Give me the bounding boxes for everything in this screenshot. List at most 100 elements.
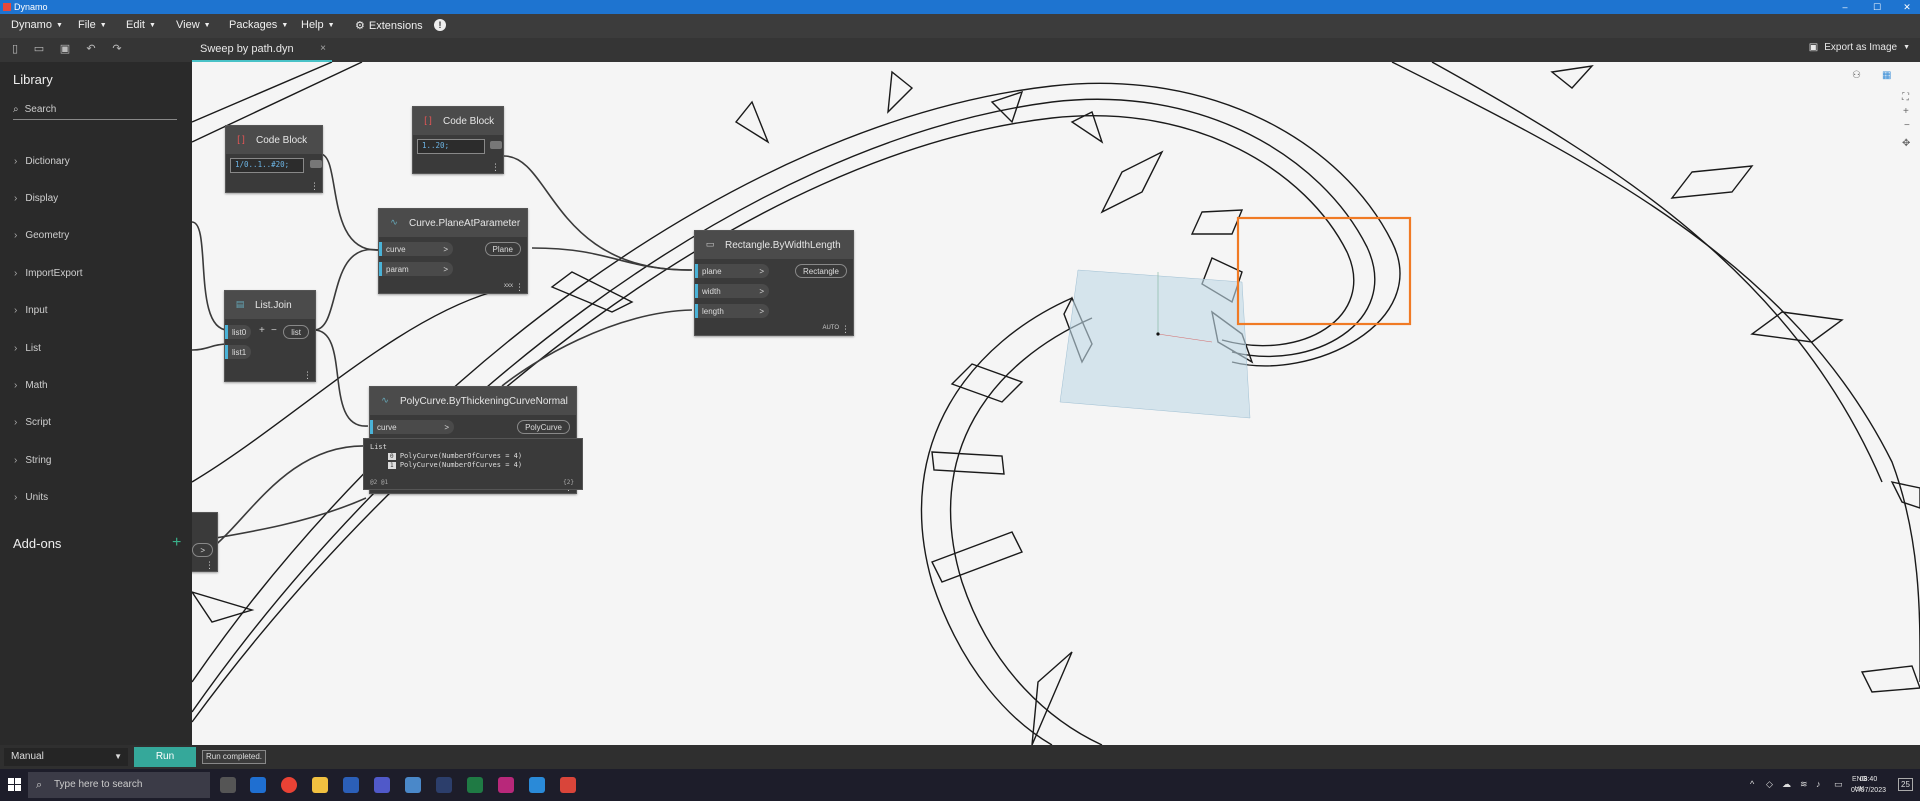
library-item-list[interactable]: › List bbox=[14, 343, 41, 354]
library-item-math[interactable]: › Math bbox=[14, 380, 48, 391]
library-item-dictionary[interactable]: › Dictionary bbox=[14, 156, 70, 167]
remove-input-button[interactable]: − bbox=[271, 325, 277, 336]
add-package-icon[interactable]: + bbox=[172, 534, 181, 552]
taskbar-search-input[interactable]: ⌕ Type here to search bbox=[28, 772, 210, 798]
maximize-button[interactable]: ☐ bbox=[1866, 0, 1888, 14]
run-button[interactable]: Run bbox=[134, 747, 196, 767]
input-port-param[interactable]: param > bbox=[379, 262, 453, 276]
menu-view[interactable]: View ▼ bbox=[176, 19, 211, 31]
library-item-importexport[interactable]: › ImportExport bbox=[14, 268, 83, 279]
word-icon[interactable] bbox=[343, 777, 359, 793]
input-port-curve[interactable]: curve > bbox=[379, 242, 453, 256]
3d-view-toggle-icon[interactable]: ⚇ bbox=[1852, 70, 1861, 81]
library-item-geometry[interactable]: › Geometry bbox=[14, 230, 69, 241]
pan-icon[interactable]: ✥ bbox=[1902, 138, 1910, 149]
tray-overflow-icon[interactable]: ^ bbox=[1750, 779, 1754, 789]
run-mode-dropdown[interactable]: Manual ▼ bbox=[4, 748, 128, 766]
volume-icon[interactable]: ♪ bbox=[1816, 779, 1821, 789]
menu-label: Help bbox=[301, 19, 324, 31]
file-explorer-icon[interactable] bbox=[312, 777, 328, 793]
network-icon[interactable]: ◇ bbox=[1766, 779, 1773, 790]
node-menu-icon[interactable]: ⋮ bbox=[841, 325, 850, 334]
input-port-width[interactable]: width > bbox=[695, 284, 769, 298]
redo-icon[interactable]: ↷ bbox=[110, 43, 124, 55]
node-menu-icon[interactable]: ⋮ bbox=[491, 163, 500, 172]
graph-view-toggle-icon[interactable]: ▦ bbox=[1882, 70, 1891, 81]
chrome-browser-icon[interactable] bbox=[281, 777, 297, 793]
node-rectangle-by-width-length[interactable]: ▭ Rectangle.ByWidthLength plane > width > l… bbox=[694, 230, 854, 336]
new-file-icon[interactable]: ▯ bbox=[8, 43, 22, 55]
excel-icon[interactable] bbox=[467, 777, 483, 793]
node-menu-icon[interactable]: ⋮ bbox=[303, 371, 312, 380]
info-icon[interactable]: ! bbox=[434, 19, 446, 31]
save-icon[interactable]: ▣ bbox=[58, 43, 72, 55]
zoom-to-fit-icon[interactable]: ⛶ bbox=[1902, 92, 1909, 103]
menu-help[interactable]: Help ▼ bbox=[301, 19, 335, 31]
dynamo-taskbar-icon[interactable] bbox=[560, 777, 576, 793]
library-item-input[interactable]: › Input bbox=[14, 305, 48, 316]
frame-shape bbox=[931, 451, 1005, 475]
wifi-icon[interactable]: ≋ bbox=[1800, 779, 1808, 790]
search-icon: ⌕ bbox=[13, 104, 19, 115]
output-port[interactable]: > bbox=[192, 543, 213, 557]
library-item-display[interactable]: › Display bbox=[14, 193, 58, 204]
code-block-input[interactable]: 1..20; bbox=[417, 139, 485, 154]
taskbar-clock[interactable]: 08:40 07/07/2023 bbox=[1851, 774, 1886, 796]
output-port-list[interactable]: list bbox=[283, 325, 309, 339]
zoom-in-icon[interactable]: + bbox=[1903, 106, 1909, 117]
path-curve bbox=[920, 297, 1073, 745]
node-list-join[interactable]: ▤ List.Join list0 + − list1 list ⋮ bbox=[224, 290, 316, 382]
workspace-canvas[interactable]: [ ] Code Block 1/0..1..#20; ⋮ [ ] Code Blo… bbox=[192, 62, 1920, 745]
undo-icon[interactable]: ↶ bbox=[84, 43, 98, 55]
input-port-list0[interactable]: list0 bbox=[225, 325, 251, 339]
cloud-icon[interactable]: ☁ bbox=[1782, 779, 1791, 790]
close-window-button[interactable]: ✕ bbox=[1896, 0, 1918, 14]
task-view-icon[interactable] bbox=[220, 777, 236, 793]
minimize-button[interactable]: – bbox=[1834, 0, 1856, 14]
revit-icon[interactable] bbox=[436, 777, 452, 793]
library-item-script[interactable]: › Script bbox=[14, 417, 51, 428]
teams-icon[interactable] bbox=[374, 777, 390, 793]
library-item-label: Input bbox=[25, 305, 48, 316]
node-code-block-1[interactable]: [ ] Code Block 1/0..1..#20; ⋮ bbox=[225, 125, 323, 193]
output-port-rectangle[interactable]: Rectangle bbox=[794, 264, 847, 278]
node-code-block-2[interactable]: [ ] Code Block 1..20; ⋮ bbox=[412, 106, 504, 174]
input-port-list1[interactable]: list1 bbox=[225, 345, 251, 359]
node-menu-icon[interactable]: ⋮ bbox=[205, 561, 214, 570]
open-folder-icon[interactable]: ▭ bbox=[32, 43, 46, 55]
menu-file[interactable]: File ▼ bbox=[78, 19, 107, 31]
port-label: curve bbox=[377, 422, 397, 432]
zoom-out-icon[interactable]: − bbox=[1904, 120, 1910, 131]
library-search-input[interactable]: ⌕ Search bbox=[13, 100, 177, 120]
menu-edit[interactable]: Edit ▼ bbox=[126, 19, 156, 31]
output-port[interactable] bbox=[490, 141, 502, 149]
library-item-units[interactable]: › Units bbox=[14, 492, 48, 503]
code-block-input[interactable]: 1/0..1..#20; bbox=[230, 158, 304, 173]
node-menu-icon[interactable]: ⋮ bbox=[310, 182, 319, 191]
node-curve-plane-at-parameter[interactable]: ∿ Curve.PlaneAtParameter curve > param > Pl… bbox=[378, 208, 528, 294]
input-port-curve[interactable]: curve > bbox=[370, 420, 454, 434]
app-icon[interactable] bbox=[405, 777, 421, 793]
export-as-image-button[interactable]: ▣ Export as Image ▼ bbox=[1809, 42, 1910, 53]
app-icon[interactable] bbox=[498, 777, 514, 793]
output-port[interactable] bbox=[310, 160, 322, 168]
menu-extensions[interactable]: ⚙ Extensions bbox=[355, 19, 423, 33]
input-port-plane[interactable]: plane > bbox=[695, 264, 769, 278]
library-item-string[interactable]: › String bbox=[14, 455, 51, 466]
node-menu-icon[interactable]: ⋮ bbox=[515, 283, 524, 292]
node-partial-offscreen[interactable]: > ⋮ bbox=[192, 512, 218, 572]
add-input-button[interactable]: + bbox=[259, 325, 265, 336]
edge-browser-icon[interactable] bbox=[250, 777, 266, 793]
menu-packages[interactable]: Packages ▼ bbox=[229, 19, 288, 31]
tab-sweep-by-path[interactable]: Sweep by path.dyn × bbox=[192, 38, 332, 62]
output-port-plane[interactable]: Plane bbox=[484, 242, 521, 256]
menu-bar: Dynamo ▼ File ▼ Edit ▼ View ▼ Packages ▼ Help… bbox=[0, 14, 1920, 38]
app-icon[interactable] bbox=[529, 777, 545, 793]
windows-start-icon[interactable] bbox=[8, 778, 22, 792]
menu-dynamo[interactable]: Dynamo ▼ bbox=[11, 19, 63, 31]
output-port-polycurve[interactable]: PolyCurve bbox=[517, 420, 570, 434]
notification-badge[interactable]: 25 bbox=[1898, 778, 1913, 791]
tab-close-icon[interactable]: × bbox=[320, 38, 326, 60]
battery-icon[interactable]: ▭ bbox=[1834, 779, 1843, 790]
input-port-length[interactable]: length > bbox=[695, 304, 769, 318]
